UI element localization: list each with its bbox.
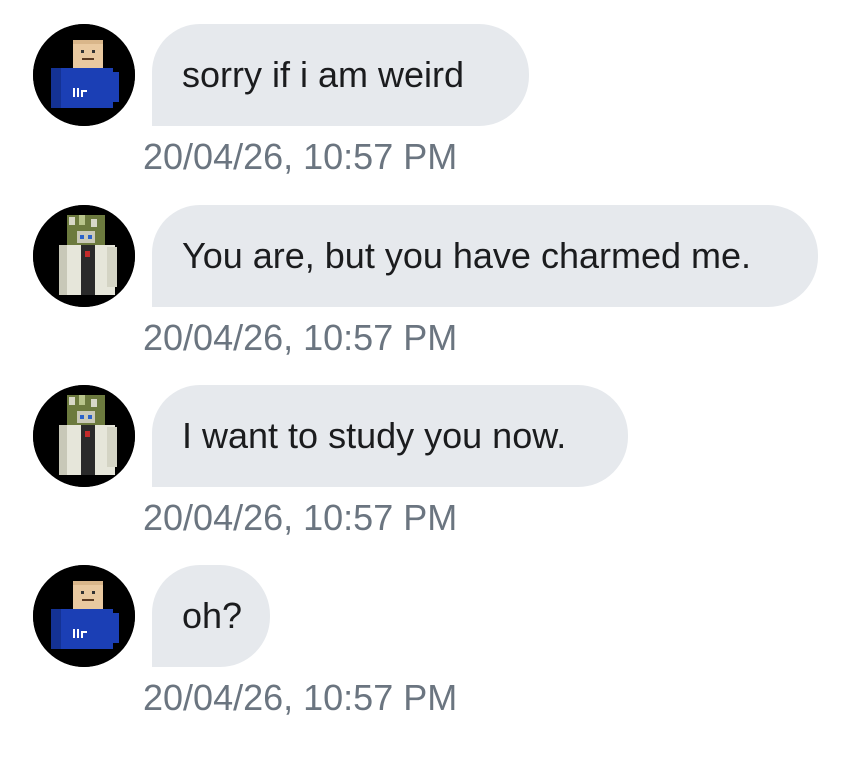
message-timestamp: 20/04/26, 10:57 PM xyxy=(143,317,458,358)
message-text: I want to study you now. xyxy=(182,415,567,456)
message-row: You are, but you have charmed me. 20/04/… xyxy=(0,181,864,361)
avatar[interactable] xyxy=(33,24,135,126)
message-text: You are, but you have charmed me. xyxy=(182,235,752,276)
message-timestamp: 20/04/26, 10:57 PM xyxy=(143,677,458,718)
blocky-character-blue-shirt-avatar-icon xyxy=(33,565,135,667)
message-text: sorry if i am weird xyxy=(182,54,465,95)
message-timestamp: 20/04/26, 10:57 PM xyxy=(143,497,458,538)
blocky-character-blue-shirt-avatar-icon xyxy=(33,24,135,126)
message-bubble[interactable]: sorry if i am weird xyxy=(152,24,529,126)
message-bubble[interactable]: I want to study you now. xyxy=(152,385,628,487)
message-text: oh? xyxy=(182,595,243,636)
message-row: sorry if i am weird 20/04/26, 10:57 PM xyxy=(0,0,864,180)
avatar[interactable] xyxy=(33,565,135,667)
message-row: oh? 20/04/26, 10:57 PM xyxy=(0,541,864,721)
avatar[interactable] xyxy=(33,205,135,307)
blocky-character-labcoat-avatar-icon xyxy=(33,385,135,487)
message-timestamp: 20/04/26, 10:57 PM xyxy=(143,136,458,177)
blocky-character-labcoat-avatar-icon xyxy=(33,205,135,307)
avatar[interactable] xyxy=(33,385,135,487)
message-row: I want to study you now. 20/04/26, 10:57… xyxy=(0,361,864,541)
message-bubble[interactable]: oh? xyxy=(152,565,270,667)
message-bubble[interactable]: You are, but you have charmed me. xyxy=(152,205,818,307)
message-thread: sorry if i am weird 20/04/26, 10:57 PM Y… xyxy=(0,0,864,761)
